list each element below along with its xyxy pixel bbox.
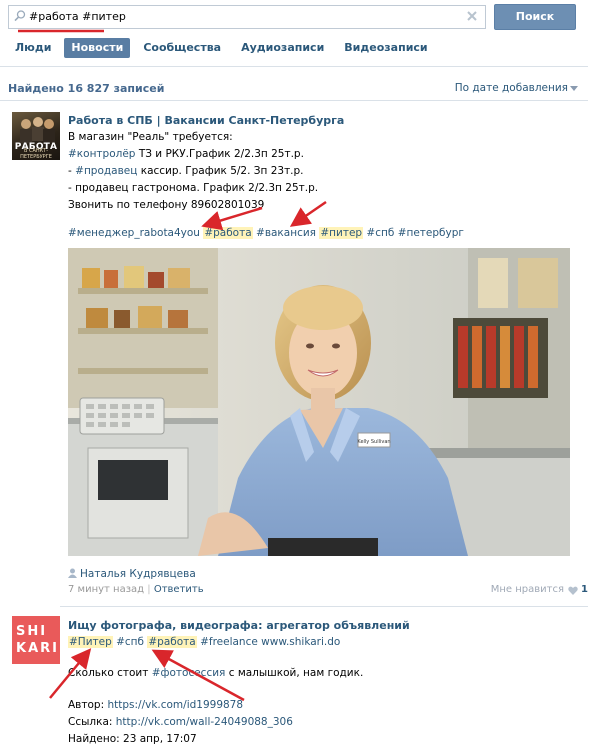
site-link[interactable]: www.shikari.do [261,636,340,648]
heart-icon[interactable] [568,586,578,595]
tab-audio[interactable]: Аудиозаписи [234,38,331,58]
post-author-link[interactable]: Ищу фотографа, видеографа: агрегатор объ… [68,619,410,632]
hashtag-link[interactable]: #менеджер_rabota4you [68,227,200,239]
results-count: Найдено 16 827 записей [8,82,165,95]
hashtag-link[interactable]: #работа [147,636,197,648]
search-input[interactable]: #работа #питер [8,5,486,29]
avatar-logo-text: SHI [16,624,48,639]
post-text-line: #контролёр ТЗ и РКУ.График 2/2.3п 25т.р. [68,148,304,160]
post-text-line: Звонить по телефону 89602801039 [68,199,265,211]
post-link-row: Ссылка: http://vk.com/wall-24049088_306 [68,716,293,728]
like-button[interactable]: Мне нравится [491,584,564,595]
author-label: Автор: [68,699,105,711]
likes-label: Мне нравится [490,584,564,595]
sort-dropdown[interactable]: По дате добавления [455,82,568,94]
hashtag-link[interactable]: #freelance [200,636,258,648]
search-tabs: Люди Новости Сообщества Аудиозаписи Виде… [8,38,441,58]
hashtag-link[interactable]: #Питер [68,636,113,648]
post-found-row: Найдено: 23 апр, 17:07 [68,733,197,745]
post-time[interactable]: 7 минут назад [68,584,144,595]
divider [0,66,588,67]
post-signer[interactable]: Наталья Кудрявцева [68,568,196,580]
post-author-row: Автор: https://vk.com/id1999878 [68,699,243,711]
post-text-line: - продавец гастронома. График 2/2.3п 25т… [68,182,319,194]
post-text: Сколько стоит #фотосессия с малышкой, на… [68,667,364,679]
divider [60,606,588,607]
clear-icon[interactable] [465,9,479,23]
tab-communities[interactable]: Сообщества [136,38,228,58]
avatar[interactable]: РАБОТА В САНКТ-ПЕТЕРБУРГЕ [12,112,60,160]
name-badge: Kelly Sullivan [357,439,390,445]
post-text-line: В магазин "Реаль" требуется: [68,131,233,143]
tab-news[interactable]: Новости [64,38,131,58]
user-icon [68,568,77,578]
chevron-down-icon[interactable] [570,86,578,91]
author-link[interactable]: https://vk.com/id1999878 [107,699,243,711]
tab-people[interactable]: Люди [8,38,58,58]
divider [0,100,588,101]
signer-name[interactable]: Наталья Кудрявцева [80,568,196,580]
post-author-link[interactable]: Работа в СПБ | Вакансии Санкт-Петербурга [68,114,344,127]
search-query-text: #работа #питер [29,10,126,23]
found-date: 23 апр, 17:07 [123,733,197,745]
avatar[interactable]: SHI KARI [12,616,60,664]
hashtag-link[interactable]: #спб [116,636,144,648]
post-photo[interactable]: Kelly Sullivan [68,248,570,556]
reply-link[interactable]: Ответить [154,584,204,595]
avatar-logo-text: KARI [16,641,59,656]
hashtag-link[interactable]: #работа [203,227,253,239]
hashtag-link[interactable]: #питер [319,227,364,239]
post-text-line: - #продавец кассир. График 5/2. Зп 23т.р… [68,165,304,177]
search-button[interactable]: Поиск [494,4,576,30]
hashtag-link[interactable]: #петербург [398,227,464,239]
link-label: Ссылка: [68,716,113,728]
hashtag-link[interactable]: #вакансия [256,227,316,239]
post-meta: 7 минут назад | Ответить [68,584,204,595]
post-url-link[interactable]: http://vk.com/wall-24049088_306 [116,716,293,728]
tab-video[interactable]: Видеозаписи [337,38,434,58]
post-tags: #Питер #спб #работа #freelance www.shika… [68,636,340,648]
search-icon [14,10,26,22]
likes-count: 1 [581,584,588,595]
arrow-annotation [289,200,327,227]
post-hashtags: #менеджер_rabota4you #работа #вакансия #… [68,227,464,239]
hashtag-link[interactable]: #спб [366,227,394,239]
found-label: Найдено: [68,733,120,745]
avatar-logo-subtext: В САНКТ-ПЕТЕРБУРГЕ [20,148,52,160]
